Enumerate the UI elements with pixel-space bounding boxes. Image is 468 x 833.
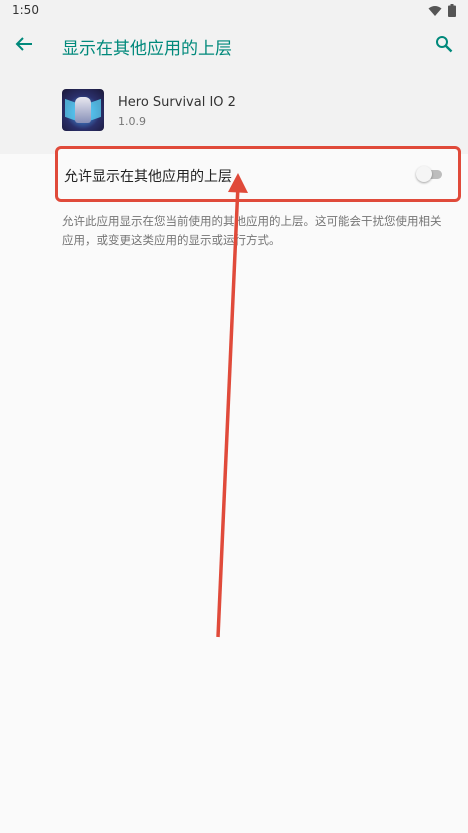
status-bar: 1:50 [0, 0, 468, 22]
app-icon [62, 89, 104, 131]
arrow-back-icon [15, 36, 33, 56]
back-button[interactable] [10, 32, 38, 60]
search-button[interactable] [430, 32, 458, 60]
setting-row-allow-overlay[interactable]: 允许显示在其他应用的上层 [55, 146, 461, 202]
arrow-line [216, 184, 240, 638]
app-header: Hero Survival IO 2 1.0.9 [0, 70, 468, 154]
status-time: 1:50 [12, 3, 39, 17]
app-bar: 显示在其他应用的上层 [0, 22, 468, 70]
search-icon [435, 35, 453, 57]
wifi-icon [428, 5, 442, 17]
app-version: 1.0.9 [118, 115, 146, 128]
battery-icon [448, 4, 456, 17]
app-name: Hero Survival IO 2 [118, 95, 236, 110]
toggle-thumb [416, 166, 432, 182]
page-title: 显示在其他应用的上层 [62, 39, 232, 59]
status-icons [428, 4, 456, 17]
setting-description: 允许此应用显示在您当前使用的其他应用的上层。这可能会干扰您使用相关应用，或变更这… [62, 214, 442, 247]
setting-label: 允许显示在其他应用的上层 [64, 169, 232, 185]
overlay-toggle-switch[interactable] [416, 166, 442, 182]
